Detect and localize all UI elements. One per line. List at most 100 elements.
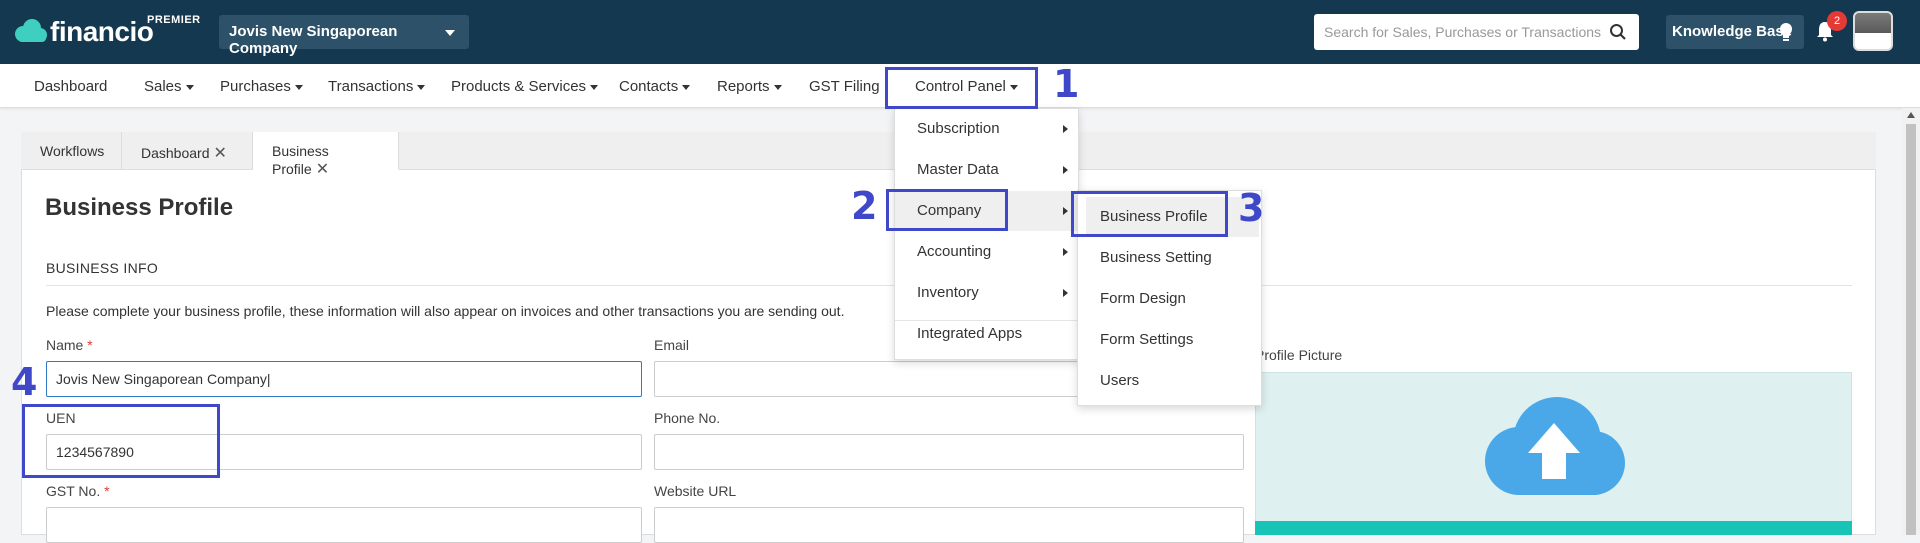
page-title: Business Profile: [45, 194, 234, 221]
logo-text: financio: [50, 16, 154, 47]
cloud-upload-icon: [1485, 397, 1625, 495]
menu-item-label: Subscription: [917, 120, 1000, 137]
nav-label: Sales: [144, 78, 182, 95]
nav-label: Dashboard: [34, 78, 108, 95]
profile-picture-label: Profile Picture: [1255, 347, 1343, 363]
caret-down-icon: [682, 84, 691, 90]
website-label: Website URL: [654, 483, 737, 499]
nav-reports[interactable]: Reports: [717, 78, 782, 95]
page-scrollbar[interactable]: [1902, 108, 1920, 535]
email-label: Email: [654, 337, 690, 353]
submenu-item-business-setting[interactable]: Business Setting: [1078, 238, 1261, 278]
tab-business-profile[interactable]: Business Profile ✕: [253, 132, 399, 178]
caret-down-icon: [773, 84, 782, 90]
annotation-number-3: 3: [1238, 186, 1265, 230]
knowledge-base-label: Knowledge Base: [1672, 23, 1793, 40]
annotation-number-2: 2: [851, 184, 878, 228]
annotation-box-2: [886, 189, 1008, 231]
caret-down-icon: [417, 84, 426, 90]
nav-label: Purchases: [220, 78, 291, 95]
upload-button-bar[interactable]: [1255, 521, 1852, 535]
menu-item-label: Integrated Apps: [917, 325, 1023, 342]
nav-gst-filing[interactable]: GST Filing: [809, 78, 880, 95]
search-icon[interactable]: [1609, 23, 1627, 41]
menu-item-subscription[interactable]: Subscription: [895, 109, 1078, 149]
notification-count-badge: 2: [1827, 11, 1847, 31]
required-marker: *: [87, 337, 93, 353]
tab-dashboard[interactable]: Dashboard ✕: [122, 132, 253, 170]
close-icon[interactable]: ✕: [316, 161, 329, 178]
submenu-item-form-settings[interactable]: Form Settings: [1078, 320, 1261, 360]
submenu-item-label: Form Settings: [1100, 331, 1194, 348]
nav-label: GST Filing: [809, 78, 880, 95]
global-search[interactable]: Search for Sales, Purchases or Transacti…: [1314, 14, 1639, 50]
section-title: BUSINESS INFO: [46, 260, 159, 276]
menu-item-label: Inventory: [917, 284, 979, 301]
menu-item-master-data[interactable]: Master Data: [895, 150, 1078, 190]
name-input-value: Jovis New Singaporean Company: [56, 371, 267, 387]
menu-item-accounting[interactable]: Accounting: [895, 232, 1078, 272]
premier-badge: PREMIER: [147, 14, 201, 26]
scrollbar-thumb[interactable]: [1906, 124, 1916, 535]
gst-label-text: GST No.: [46, 483, 101, 499]
financio-logo[interactable]: financio: [12, 12, 154, 52]
profile-picture-dropzone[interactable]: [1255, 372, 1852, 535]
menu-item-integrated-apps[interactable]: Integrated Apps: [895, 314, 1078, 354]
knowledge-base-button[interactable]: Knowledge Base: [1666, 15, 1804, 49]
nav-contacts[interactable]: Contacts: [619, 78, 691, 95]
submenu-item-form-design[interactable]: Form Design: [1078, 279, 1261, 319]
menu-item-label: Master Data: [917, 161, 999, 178]
nav-label: Transactions: [328, 78, 414, 95]
control-panel-menu: Subscription Master Data Company Account…: [894, 108, 1079, 360]
nav-products-services[interactable]: Products & Services: [451, 78, 599, 95]
name-label: Name *: [46, 337, 93, 353]
chevron-right-icon: [1063, 289, 1068, 297]
website-input[interactable]: [654, 507, 1244, 543]
caret-down-icon: [294, 84, 303, 90]
annotation-box-1: [885, 67, 1038, 109]
menu-item-inventory[interactable]: Inventory: [895, 273, 1078, 313]
scroll-up-arrow-icon[interactable]: [1907, 112, 1915, 118]
lightbulb-icon: [1780, 23, 1792, 41]
search-placeholder: Search for Sales, Purchases or Transacti…: [1324, 24, 1602, 40]
company-name: Jovis New Singaporean Company: [229, 23, 398, 57]
caret-down-icon: [445, 30, 455, 36]
nav-dashboard[interactable]: Dashboard: [34, 78, 107, 95]
gst-input[interactable]: [46, 507, 642, 543]
gst-label: GST No. *: [46, 483, 110, 499]
close-icon[interactable]: ✕: [214, 145, 227, 162]
nav-label: Products & Services: [451, 78, 587, 95]
nav-transactions[interactable]: Transactions: [328, 78, 426, 95]
annotation-number-4: 4: [11, 360, 38, 404]
submenu-item-users[interactable]: Users: [1078, 361, 1261, 401]
menu-item-label: Accounting: [917, 243, 992, 260]
annotation-number-1: 1: [1053, 62, 1080, 106]
annotation-box-4: [22, 404, 220, 478]
tab-label: Workflows: [40, 143, 105, 159]
company-selector[interactable]: Jovis New Singaporean Company: [219, 15, 469, 57]
logo-icon: [15, 19, 47, 42]
submenu-item-label: Users: [1100, 372, 1140, 389]
annotation-box-3: [1071, 191, 1228, 237]
tab-label: Dashboard: [141, 145, 210, 161]
nav-label: Reports: [717, 78, 770, 95]
chevron-right-icon: [1063, 207, 1068, 215]
submenu-item-label: Form Design: [1100, 290, 1186, 307]
top-header: financio PREMIER Jovis New Singaporean C…: [0, 0, 1920, 64]
nav-label: Contacts: [619, 78, 679, 95]
profile-hint-text: Please complete your business profile, t…: [46, 303, 845, 319]
nav-purchases[interactable]: Purchases: [220, 78, 303, 95]
nav-sales[interactable]: Sales: [144, 78, 194, 95]
name-input[interactable]: Jovis New Singaporean Company|: [46, 361, 642, 397]
phone-input[interactable]: [654, 434, 1244, 470]
caret-down-icon: [590, 84, 599, 90]
tab-workflows[interactable]: Workflows: [21, 132, 122, 170]
user-avatar[interactable]: [1853, 11, 1893, 51]
name-label-text: Name: [46, 337, 84, 353]
phone-label: Phone No.: [654, 410, 721, 426]
chevron-right-icon: [1063, 125, 1068, 133]
caret-down-icon: [185, 84, 194, 90]
chevron-right-icon: [1063, 166, 1068, 174]
chevron-right-icon: [1063, 248, 1068, 256]
submenu-item-label: Business Setting: [1100, 249, 1212, 266]
